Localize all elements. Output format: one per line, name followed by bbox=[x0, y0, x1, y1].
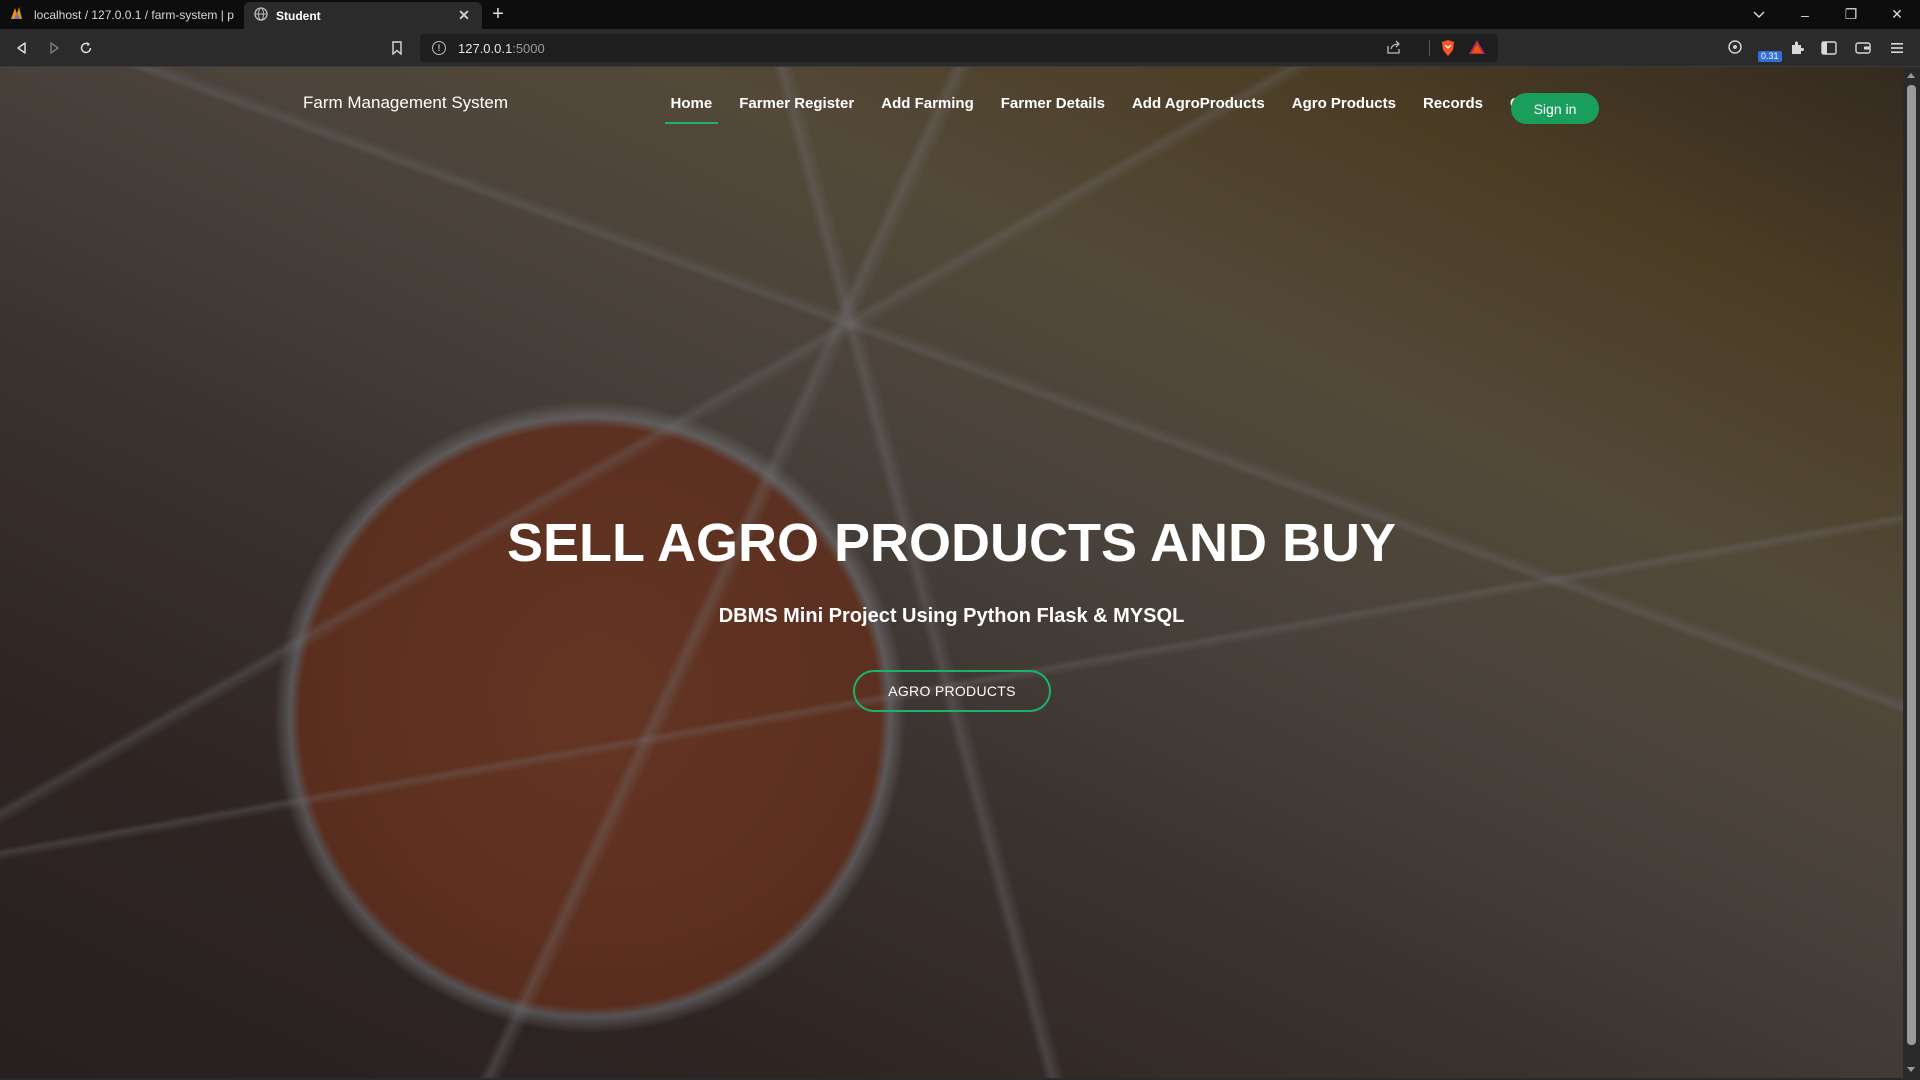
tab-title: localhost / 127.0.0.1 / farm-system | p bbox=[34, 7, 234, 22]
hero-title: SELL AGRO PRODUCTS AND BUY bbox=[506, 513, 1397, 573]
nav-farmer-details[interactable]: Farmer Details bbox=[999, 89, 1107, 118]
address-bar-divider bbox=[1429, 40, 1430, 56]
extension-icon[interactable] bbox=[1725, 37, 1747, 59]
url-text: 127.0.0.1:5000 bbox=[458, 40, 545, 56]
new-tab-button[interactable]: + bbox=[482, 0, 514, 29]
nav-records[interactable]: Records bbox=[1421, 89, 1485, 118]
nav-add-agroproducts[interactable]: Add AgroProducts bbox=[1130, 89, 1267, 118]
window-controls: – ❐ ✕ bbox=[1736, 0, 1920, 29]
extensions-puzzle-icon[interactable] bbox=[1786, 37, 1808, 59]
site-brand[interactable]: Farm Management System bbox=[303, 93, 508, 113]
forward-icon[interactable] bbox=[43, 37, 65, 59]
sidebar-icon[interactable] bbox=[1818, 37, 1840, 59]
phpmyadmin-icon bbox=[10, 6, 26, 23]
address-bar[interactable]: ! 127.0.0.1:5000 bbox=[420, 34, 1498, 62]
brave-shields-icon[interactable] bbox=[1440, 39, 1456, 62]
browser-tabbar: localhost / 127.0.0.1 / farm-system | p … bbox=[0, 0, 1920, 29]
wallet-icon[interactable] bbox=[1852, 37, 1874, 59]
scroll-down-icon[interactable] bbox=[1907, 1067, 1915, 1072]
reload-icon[interactable] bbox=[75, 37, 97, 59]
nav-agro-products[interactable]: Agro Products bbox=[1290, 89, 1398, 118]
menu-icon[interactable] bbox=[1886, 37, 1908, 59]
tab-search-icon[interactable] bbox=[1736, 0, 1782, 29]
restore-button[interactable]: ❐ bbox=[1828, 0, 1874, 29]
tab-title: Student bbox=[276, 8, 321, 23]
globe-icon bbox=[254, 7, 268, 24]
nav-farmer-register[interactable]: Farmer Register bbox=[737, 89, 856, 118]
brave-rewards-icon[interactable] bbox=[1468, 39, 1486, 60]
hero-section: Farm Management System Home Farmer Regis… bbox=[0, 67, 1903, 1078]
back-icon[interactable] bbox=[11, 37, 33, 59]
nav-home[interactable]: Home bbox=[664, 89, 718, 124]
bookmark-icon[interactable] bbox=[386, 37, 408, 59]
agro-products-button[interactable]: AGRO PRODUCTS bbox=[853, 670, 1051, 712]
site-info-icon[interactable]: ! bbox=[432, 41, 446, 55]
scrollbar-thumb[interactable] bbox=[1907, 85, 1916, 1045]
tab-student[interactable]: Student ✕ bbox=[244, 2, 482, 29]
nav-add-farming[interactable]: Add Farming bbox=[879, 89, 976, 118]
close-tab-icon[interactable]: ✕ bbox=[456, 7, 472, 24]
share-icon[interactable] bbox=[1386, 40, 1402, 59]
close-window-button[interactable]: ✕ bbox=[1874, 0, 1920, 29]
hero-subtitle: DBMS Mini Project Using Python Flask & M… bbox=[718, 605, 1185, 627]
tab-phpmyadmin[interactable]: localhost / 127.0.0.1 / farm-system | p bbox=[0, 0, 244, 29]
main-nav: Home Farmer Register Add Farming Farmer … bbox=[657, 89, 1579, 124]
page-scrollbar[interactable] bbox=[1903, 67, 1920, 1078]
browser-toolbar: ! 127.0.0.1:5000 0.31 bbox=[0, 29, 1920, 67]
minimize-button[interactable]: – bbox=[1782, 0, 1828, 29]
extension-badge: 0.31 bbox=[1758, 51, 1782, 62]
scroll-up-icon[interactable] bbox=[1907, 73, 1915, 78]
sign-in-button[interactable]: Sign in bbox=[1511, 93, 1599, 124]
